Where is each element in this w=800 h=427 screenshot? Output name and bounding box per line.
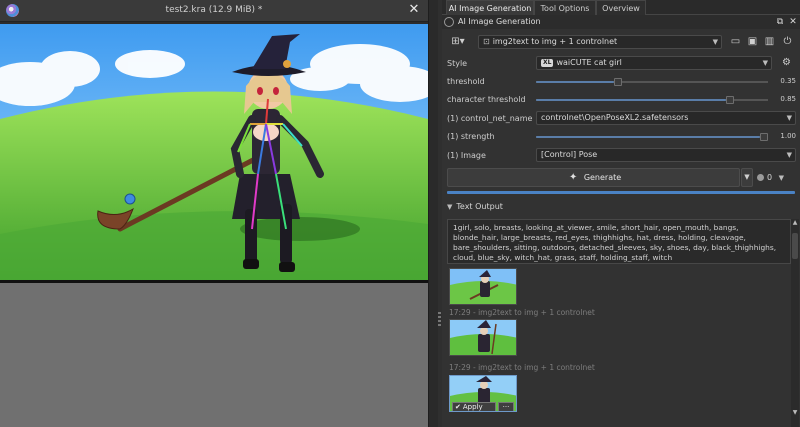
character-threshold-label: character threshold [447,95,526,104]
image-select[interactable]: [Control] Pose ▼ [536,148,796,162]
docker-tabs: AI Image Generation Tool Options Overvie… [442,0,800,15]
docker-title: AI Image Generation [458,17,541,26]
folder-icon[interactable]: ▭ [729,35,742,48]
style-select[interactable]: XL waiCUTE cat girl ▼ [536,56,772,70]
history-caption: 17:29 - img2text to img + 1 controlnet [449,363,595,372]
history-scrollbar[interactable]: ▲ ▼ [791,219,799,427]
chevron-down-icon: ▼ [744,173,750,181]
chevron-down-icon: ▼ [778,174,785,182]
float-icon[interactable]: ⧉ [774,16,786,28]
scrollbar-thumb[interactable] [792,233,798,259]
power-icon[interactable]: ⏻ [781,35,794,48]
thumbnail-image [450,269,516,304]
tab-overview[interactable]: Overview [596,0,646,15]
queue-indicator[interactable]: 0 ▼ [757,170,795,186]
control-net-name-select[interactable]: controlnet\OpenPoseXL2.safetensors ▼ [536,111,796,125]
history-thumbnail-selected[interactable]: ✔ Apply ··· [449,375,517,412]
thumbnail-image [450,320,516,355]
character-threshold-value: 0.85 [780,95,796,103]
xl-badge: XL [541,59,554,67]
threshold-label: threshold [447,77,485,86]
workspace-select[interactable]: ⊡ img2text to img + 1 controlnet ▼ [478,35,722,49]
docker-titlebar: AI Image Generation ⧉ ✕ [442,15,800,29]
history-caption: 17:29 - img2text to img + 1 controlnet [449,308,595,317]
generate-button[interactable]: ✦ Generate [447,168,740,187]
workspace-value: img2text to img + 1 controlnet [492,37,618,46]
document-title: test2.kra (12.9 MiB) * [165,5,263,15]
image-label: (1) Image [447,151,486,160]
graph-icon: ⊡ [483,37,490,46]
style-settings-icon[interactable]: ⚙ [780,56,793,69]
docker-lock-icon[interactable] [444,17,454,27]
tab-ai-image-generation[interactable]: AI Image Generation [446,0,534,15]
image-value: [Control] Pose [541,150,598,159]
canvas-image[interactable] [0,24,428,281]
canvas-area[interactable]: test2.kra (12.9 MiB) * ✕ [0,0,428,427]
apply-label: Apply [462,403,483,411]
canvas-background[interactable] [0,283,428,427]
text-output-header[interactable]: ▼ Text Output [447,202,503,211]
slider-handle[interactable] [726,96,734,104]
threshold-value: 0.35 [780,77,796,85]
artwork-illustration [0,24,428,281]
workspace-mode-icon[interactable]: ⊞▾ [448,35,468,48]
chevron-down-icon: ▼ [447,203,453,211]
strength-value: 1.00 [780,132,796,140]
chevron-down-icon: ▼ [762,59,768,67]
queue-status-icon [757,174,764,181]
apply-button[interactable]: ✔ Apply [452,402,496,411]
threshold-slider[interactable] [536,76,768,88]
strength-label: (1) strength [447,132,495,141]
check-icon: ✔ [455,403,461,411]
scroll-up-icon[interactable]: ▲ [791,219,799,227]
history-thumbnail[interactable] [449,319,517,356]
close-icon[interactable]: ✕ [406,2,422,18]
slider-fill [536,99,726,101]
chevron-down-icon: ▼ [786,114,792,122]
tab-tool-options[interactable]: Tool Options [534,0,596,15]
text-output-title: Text Output [456,202,503,211]
docker-panel: AI Image Generation Tool Options Overvie… [442,0,800,427]
control-net-name-label: (1) control_net_name [447,114,533,123]
close-icon[interactable]: ✕ [787,16,799,28]
generate-options-button[interactable]: ▼ [741,168,753,187]
history-list: 17:29 - img2text to img + 1 controlnet 1… [447,266,791,427]
control-net-name-value: controlnet\OpenPoseXL2.safetensors [541,113,689,122]
splitter-grip-icon[interactable] [438,312,441,326]
panel-splitter[interactable] [428,0,438,427]
scroll-down-icon[interactable]: ▼ [791,409,799,417]
queue-count: 0 [767,173,773,182]
progress-bar [447,191,795,194]
slider-fill [536,81,614,83]
chevron-down-icon: ▼ [786,151,792,159]
style-value: waiCUTE cat girl [556,58,622,67]
style-label: Style [447,59,468,68]
character-threshold-slider[interactable] [536,94,768,106]
chevron-down-icon: ▼ [712,38,718,46]
trash-icon[interactable]: ▥ [763,35,776,48]
text-output-box[interactable]: 1girl, solo, breasts, looking_at_viewer,… [447,219,791,264]
slider-handle[interactable] [614,78,622,86]
save-icon[interactable]: ▣ [746,35,759,48]
strength-slider[interactable] [536,131,768,143]
slider-fill [536,136,760,138]
slider-handle[interactable] [760,133,768,141]
document-titlebar: test2.kra (12.9 MiB) * ✕ [0,0,428,22]
history-thumbnail[interactable] [449,268,517,305]
generate-label: Generate [583,173,622,182]
more-options-button[interactable]: ··· [498,402,514,411]
